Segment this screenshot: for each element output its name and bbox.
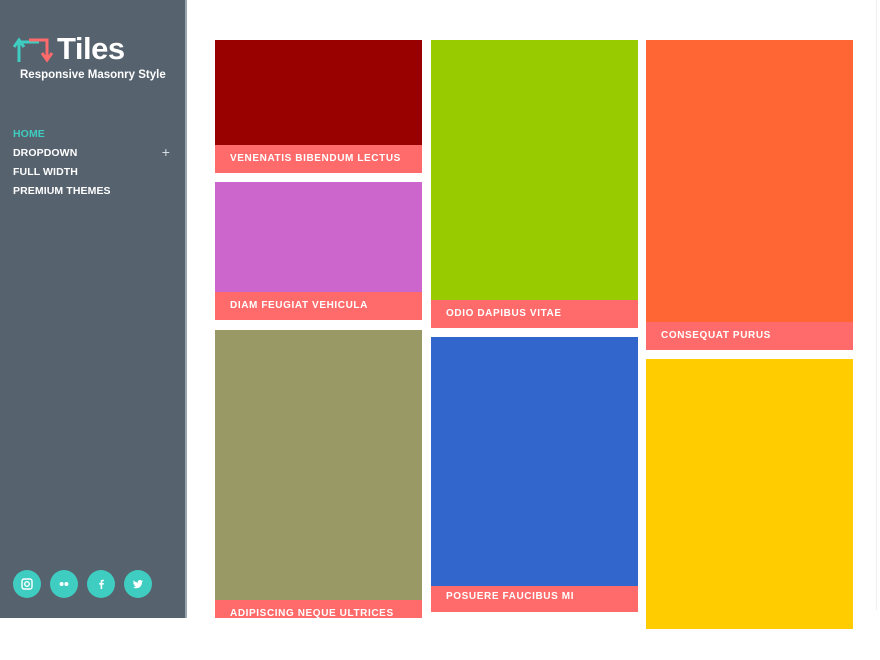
tile-title[interactable]: DIAM FEUGIAT VEHICULA [215,292,422,320]
tile-title[interactable]: POSUERE FAUCIBUS MI [431,586,638,612]
tile-card[interactable]: CONSEQUAT PURUS [646,40,853,350]
facebook-button[interactable] [87,570,115,598]
instagram-icon [21,578,33,590]
flickr-button[interactable] [50,570,78,598]
tile-image[interactable] [431,40,638,300]
facebook-icon [99,579,104,589]
tile-card[interactable]: DIAM FEUGIAT VEHICULA [215,182,422,320]
tile-title[interactable]: CONSEQUAT PURUS [646,322,853,350]
sidebar-divider [185,0,187,618]
tile-title[interactable]: ODIO DAPIBUS VITAE [431,300,638,328]
tile-image[interactable] [215,40,422,146]
tile-title[interactable]: VENENATIS BIBENDUM LECTUS [215,145,422,173]
nav-item-full-width[interactable]: FULL WIDTH [13,166,173,185]
scrollbar-track[interactable] [876,0,880,610]
tile-card[interactable] [646,359,853,629]
tile-image[interactable] [215,330,422,601]
logo-arrows-icon [13,37,54,63]
twitter-button[interactable] [124,570,152,598]
tile-card[interactable]: ODIO DAPIBUS VITAE [431,40,638,328]
nav-item-label: DROPDOWN [13,147,78,159]
tile-image[interactable] [431,337,638,588]
tile-card[interactable]: VENENATIS BIBENDUM LECTUS [215,40,422,173]
site-title[interactable]: Tiles [57,30,125,68]
main-nav: HOME DROPDOWN + FULL WIDTH PREMIUM THEME… [13,128,173,204]
nav-item-home[interactable]: HOME [13,128,173,147]
tile-card[interactable]: ADIPISCING NEQUE ULTRICES [215,330,422,618]
tile-title[interactable]: ADIPISCING NEQUE ULTRICES [215,600,422,618]
site-tagline: Responsive Masonry Style [20,69,166,81]
flickr-icon [59,582,69,586]
tile-image[interactable] [215,182,422,293]
tile-image[interactable] [646,40,853,323]
expand-plus-icon[interactable]: + [162,145,170,159]
tile-card[interactable]: POSUERE FAUCIBUS MI [431,337,638,612]
twitter-icon [133,580,143,589]
sidebar: Tiles Responsive Masonry Style HOME DROP… [0,0,185,618]
instagram-button[interactable] [13,570,41,598]
tile-image[interactable] [646,359,853,629]
nav-item-premium-themes[interactable]: PREMIUM THEMES [13,185,173,204]
nav-item-dropdown[interactable]: DROPDOWN + [13,145,173,166]
